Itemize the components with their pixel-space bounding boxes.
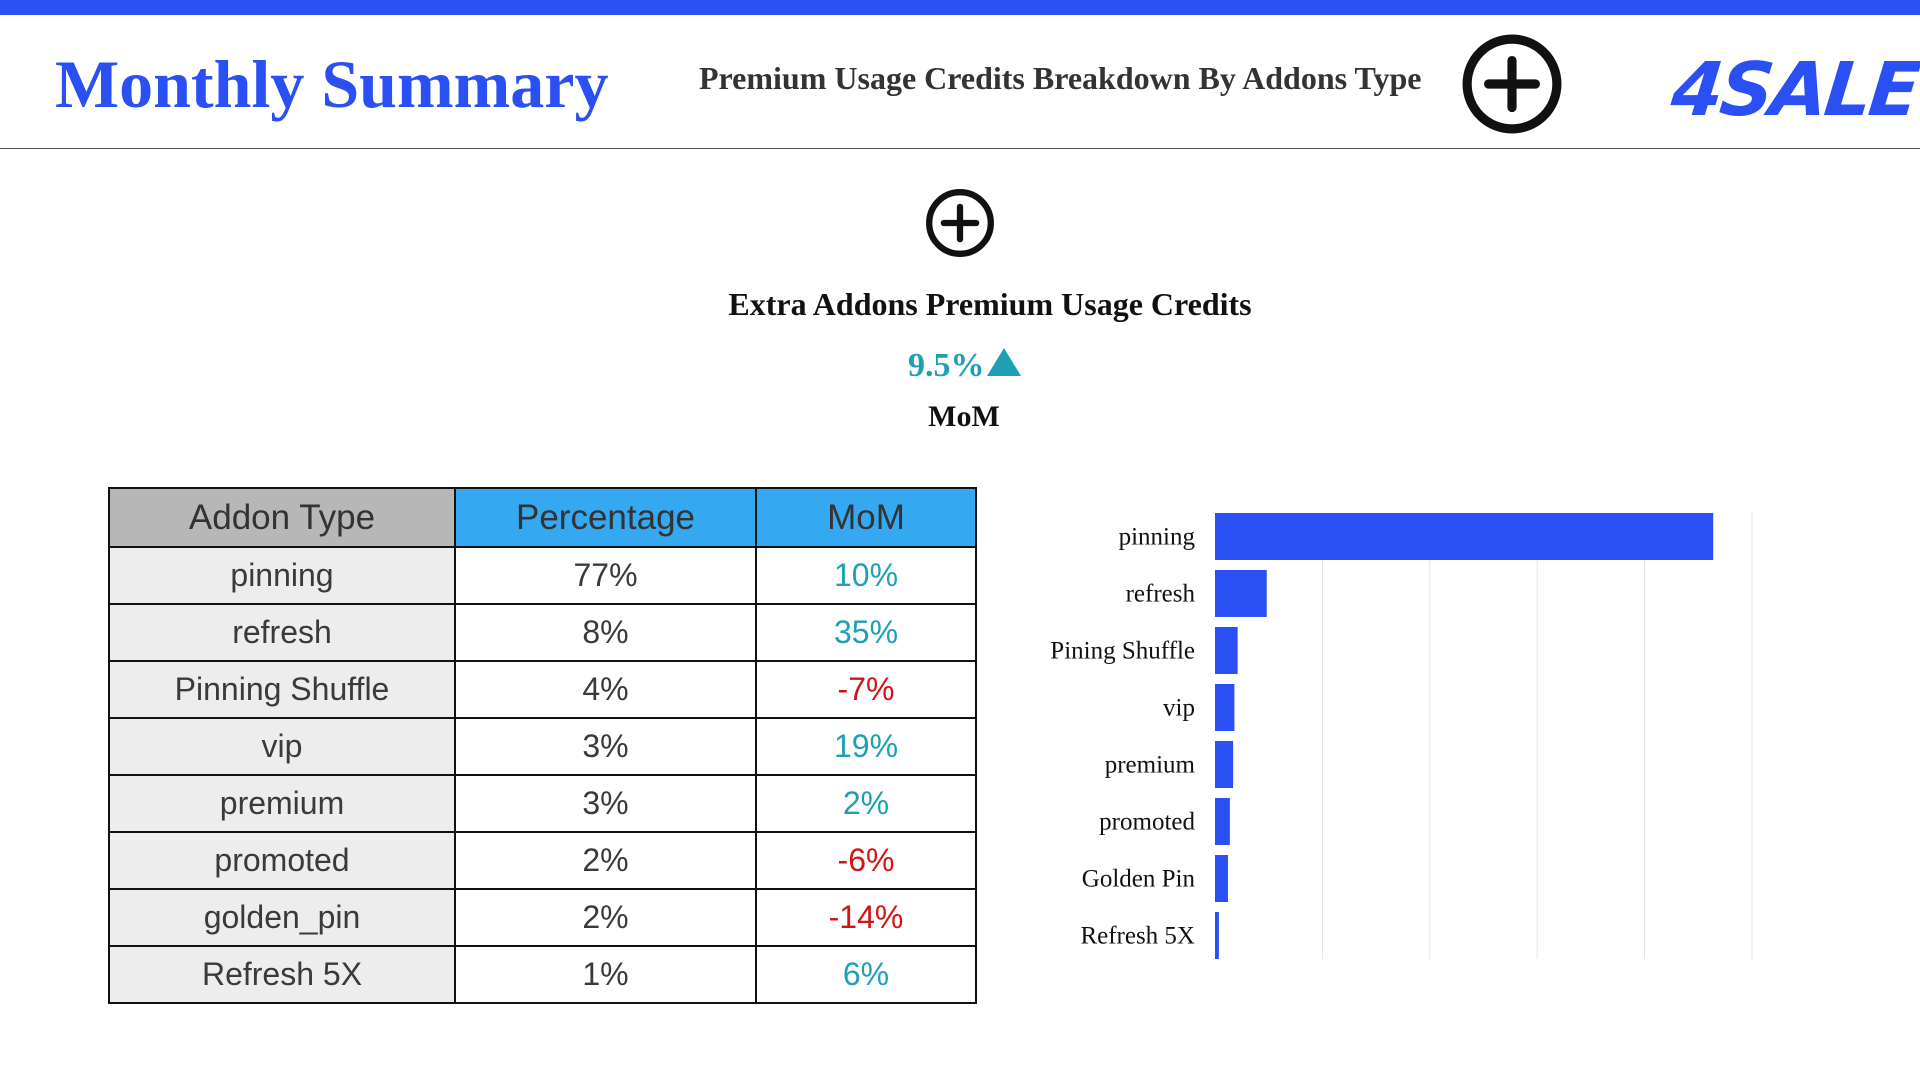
chart-category-label: vip xyxy=(1163,695,1195,722)
cell-percentage: 1% xyxy=(454,945,757,1004)
chart-category-label: promoted xyxy=(1099,809,1195,836)
cell-mom: 35% xyxy=(755,603,977,662)
cell-mom: 2% xyxy=(755,774,977,833)
chart-category-label: refresh xyxy=(1126,581,1196,608)
cell-addon-type: premium xyxy=(108,774,456,833)
table-row: Pinning Shuffle 4% -7% xyxy=(108,660,977,719)
chart-bar xyxy=(1215,741,1234,788)
plus-circle-icon xyxy=(1462,34,1562,134)
chart-category-label: Refresh 5X xyxy=(1080,923,1195,950)
chart-bar xyxy=(1215,570,1267,617)
cell-percentage: 2% xyxy=(454,888,757,947)
cell-percentage: 2% xyxy=(454,831,757,890)
table-row: refresh 8% 35% xyxy=(108,603,977,662)
column-header-percentage: Percentage xyxy=(454,487,757,548)
chart-category-label: pinning xyxy=(1119,524,1196,551)
kpi-value: 9.5% xyxy=(908,347,985,384)
plus-circle-icon xyxy=(926,189,994,257)
cell-addon-type: Refresh 5X xyxy=(108,945,456,1004)
top-accent-stripe xyxy=(0,0,1920,15)
page-title: Monthly Summary xyxy=(55,46,609,122)
addon-table: Addon Type Percentage MoM pinning 77% 10% r… xyxy=(108,487,977,1004)
kpi-title: Extra Addons Premium Usage Credits xyxy=(728,286,1252,322)
header-bar: Monthly Summary Premium Usage Credits Br… xyxy=(0,15,1920,149)
column-header-mom: MoM xyxy=(755,487,977,548)
cell-addon-type: promoted xyxy=(108,831,456,890)
cell-addon-type: pinning xyxy=(108,546,456,605)
kpi-value-row: 9.5% xyxy=(908,344,1021,388)
cell-mom: -14% xyxy=(755,888,977,947)
chart-bar xyxy=(1215,684,1235,731)
table-row: vip 3% 19% xyxy=(108,717,977,776)
cell-percentage: 3% xyxy=(454,717,757,776)
addon-bar-chart: pinning refresh Pining Shuffle vip premium pr… xyxy=(1050,513,1753,959)
cell-percentage: 8% xyxy=(454,603,757,662)
cell-mom: -6% xyxy=(755,831,977,890)
trend-up-icon xyxy=(986,348,1021,376)
table-row: Refresh 5X 1% 6% xyxy=(108,945,977,1004)
table-row: premium 3% 2% xyxy=(108,774,977,833)
kpi-label: MoM xyxy=(928,400,1000,433)
chart-bar xyxy=(1215,798,1230,845)
cell-addon-type: refresh xyxy=(108,603,456,662)
cell-percentage: 4% xyxy=(454,660,757,719)
chart-bar xyxy=(1215,912,1219,959)
table-row: pinning 77% 10% xyxy=(108,546,977,605)
page-subtitle: Premium Usage Credits Breakdown By Addon… xyxy=(699,60,1422,96)
brand-logo: 4SALE xyxy=(1667,47,1920,133)
chart-category-label: Golden Pin xyxy=(1082,866,1196,893)
cell-addon-type: vip xyxy=(108,717,456,776)
cell-addon-type: golden_pin xyxy=(108,888,456,947)
cell-addon-type: Pinning Shuffle xyxy=(108,660,456,719)
chart-bar xyxy=(1215,855,1228,902)
table-row: promoted 2% -6% xyxy=(108,831,977,890)
cell-percentage: 3% xyxy=(454,774,757,833)
table-header-row: Addon Type Percentage MoM xyxy=(108,487,977,548)
table-row: golden_pin 2% -14% xyxy=(108,888,977,947)
chart-category-label: Pining Shuffle xyxy=(1050,638,1195,665)
column-header-addon-type: Addon Type xyxy=(108,487,456,548)
chart-bar xyxy=(1215,627,1238,674)
cell-mom: 6% xyxy=(755,945,977,1004)
chart-bar xyxy=(1215,513,1714,560)
cell-mom: 19% xyxy=(755,717,977,776)
chart-category-label: premium xyxy=(1105,752,1196,779)
cell-mom: 10% xyxy=(755,546,977,605)
cell-mom: -7% xyxy=(755,660,977,719)
cell-percentage: 77% xyxy=(454,546,757,605)
